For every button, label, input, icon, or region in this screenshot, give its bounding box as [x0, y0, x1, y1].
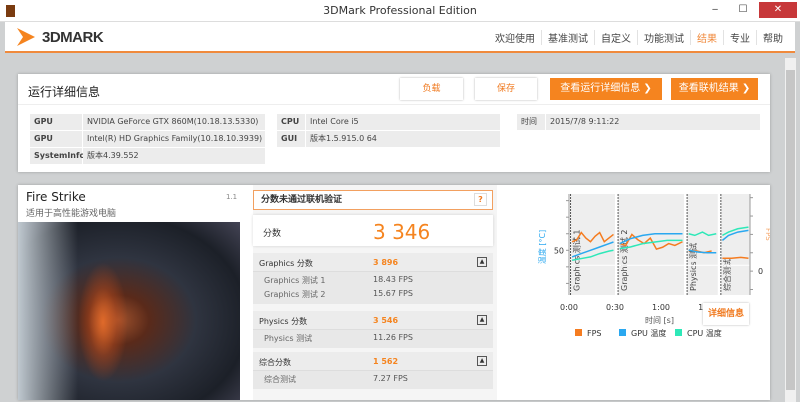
subtest-fps: 7.27 FPS	[373, 374, 408, 383]
test-version: 1.1	[226, 193, 238, 201]
score-value: 3 346	[373, 220, 431, 244]
score-column: 分数未通过联机验证? 分数 3 346 Graphics 分数 3 896 ▲ Gra…	[253, 185, 497, 400]
nav-item[interactable]: 专业	[723, 30, 756, 45]
run-details-panel: 运行详细信息 负载 保存 查看运行详细信息 ❯ 查看联机结果 ❯ GPU NVI…	[18, 74, 770, 172]
warning-text: 分数未通过联机验证	[261, 195, 343, 205]
nav-item[interactable]: 帮助	[756, 30, 789, 45]
test-name: Fire Strike	[26, 190, 86, 204]
segment-label: Graphics 测试 2	[619, 229, 629, 291]
nav-item[interactable]: 基准测试	[541, 30, 594, 45]
title-bar: 3DMark Professional Edition ‒ ☐ ✕	[0, 0, 800, 22]
gui-label: GUI	[277, 131, 305, 147]
legend-swatch	[675, 329, 682, 336]
panel-title: 运行详细信息	[28, 85, 101, 99]
logo: 3DMARK	[15, 26, 104, 48]
scrollbar[interactable]	[785, 58, 796, 402]
gpu-label: GPU	[30, 131, 82, 147]
x-tick-label: 0:30	[606, 303, 624, 312]
subtest-fps: 11.26 FPS	[373, 333, 413, 342]
save-button[interactable]: 保存	[475, 78, 537, 100]
collapse-icon[interactable]: ▲	[477, 257, 487, 267]
help-button[interactable]: ?	[474, 193, 487, 206]
fire-strike-artwork	[18, 222, 240, 400]
score-section: Graphics 分数 3 896 ▲ Graphics 测试 1 18.43 FPS G…	[253, 253, 493, 304]
gpu-value: Intel(R) HD Graphics Family(10.18.10.393…	[83, 131, 265, 147]
view-online-results-button[interactable]: 查看联机结果 ❯	[671, 78, 758, 100]
validation-warning: 分数未通过联机验证?	[253, 190, 493, 210]
subtest-fps: 15.67 FPS	[373, 289, 413, 298]
details-button[interactable]: 详细信息	[703, 303, 749, 325]
subtest-row: 综合测试 7.27 FPS	[253, 371, 493, 385]
collapse-icon[interactable]: ▲	[477, 356, 487, 366]
legend-swatch	[575, 329, 582, 336]
main-nav: 欢迎使用 基准测试 自定义 功能测试 结果 专业 帮助	[489, 30, 789, 45]
result-panel: Fire Strike 适用于高性能游戏电脑 1.1 分数未通过联机验证? 分数…	[18, 185, 770, 400]
subtest-name: Physics 测试	[264, 334, 313, 343]
subtest-name: Graphics 测试 1	[264, 276, 326, 285]
subtest-fps: 18.43 FPS	[373, 275, 413, 284]
nav-item[interactable]: 欢迎使用	[489, 30, 541, 45]
logo-mark-icon	[17, 28, 35, 46]
close-button[interactable]: ✕	[759, 2, 797, 18]
legend-label: FPS	[587, 329, 602, 338]
test-subtitle: 适用于高性能游戏电脑	[26, 209, 117, 219]
load-button[interactable]: 负载	[400, 78, 463, 100]
segment-label: 综合测试	[722, 259, 732, 291]
left-axis-label: 温度 [°C]	[537, 230, 547, 264]
systeminfo-value: 版本4.39.552	[83, 148, 265, 164]
section-name: Physics 分数	[259, 317, 308, 326]
subtest-row: Physics 测试 11.26 FPS	[253, 330, 493, 344]
systeminfo-label: SystemInfo	[30, 148, 85, 164]
score-section: Physics 分数 3 546 ▲ Physics 测试 11.26 FPS	[253, 311, 493, 348]
gpu-value: NVIDIA GeForce GTX 860M(10.18.13.5330)	[83, 114, 265, 130]
cpu-value: Intel Core i5	[306, 114, 500, 130]
subtest-name: Graphics 测试 2	[264, 290, 326, 299]
subtest-row: Graphics 测试 1 18.43 FPS	[253, 272, 493, 286]
nav-item[interactable]: 结果	[690, 30, 723, 45]
x-tick-label: 0:00	[560, 303, 578, 312]
legend-label: GPU 温度	[631, 328, 666, 338]
x-tick-label: 1:00	[652, 303, 670, 312]
score-section: 综合分数 1 562 ▲ 综合测试 7.27 FPS	[253, 352, 493, 389]
time-value: 2015/7/8 9:11:22	[546, 114, 760, 130]
legend-label: CPU 温度	[687, 328, 722, 338]
section-score: 1 562	[373, 357, 399, 366]
legend-swatch	[619, 329, 626, 336]
collapse-icon[interactable]: ▲	[477, 315, 487, 325]
scrollbar-thumb[interactable]	[786, 70, 795, 390]
right-axis-label: FPS	[764, 228, 770, 241]
score-label: 分数	[263, 229, 282, 239]
logo-text: 3DMARK	[42, 28, 104, 46]
maximize-button[interactable]: ☐	[736, 2, 750, 18]
nav-item[interactable]: 功能测试	[637, 30, 690, 45]
section-name: 综合分数	[259, 358, 291, 367]
performance-chart: Graphics 测试 1 Graphics 测试 2 Physics 测试 综合测试…	[537, 194, 770, 338]
section-name: Graphics 分数	[259, 259, 313, 268]
section-score: 3 896	[373, 258, 399, 267]
subtest-name: 综合测试	[264, 375, 296, 384]
section-score: 3 546	[373, 316, 399, 325]
left-tick-label: 50	[554, 246, 564, 255]
cpu-label: CPU	[277, 114, 305, 130]
time-label: 时间	[517, 114, 545, 130]
gpu-label: GPU	[30, 114, 82, 130]
window-title: 3DMark Professional Edition	[323, 4, 477, 17]
x-axis-label: 时间 [s]	[645, 315, 674, 325]
right-tick-label: 0	[758, 267, 763, 276]
view-run-details-button[interactable]: 查看运行详细信息 ❯	[550, 78, 662, 100]
nav-item[interactable]: 自定义	[594, 30, 637, 45]
total-score: 分数 3 346	[253, 215, 493, 246]
minimize-button[interactable]: ‒	[708, 2, 722, 18]
gui-value: 版本1.5.915.0 64	[306, 131, 500, 147]
app-header: 3DMARK 欢迎使用 基准测试 自定义 功能测试 结果 专业 帮助	[5, 22, 795, 53]
subtest-row: Graphics 测试 2 15.67 FPS	[253, 286, 493, 300]
